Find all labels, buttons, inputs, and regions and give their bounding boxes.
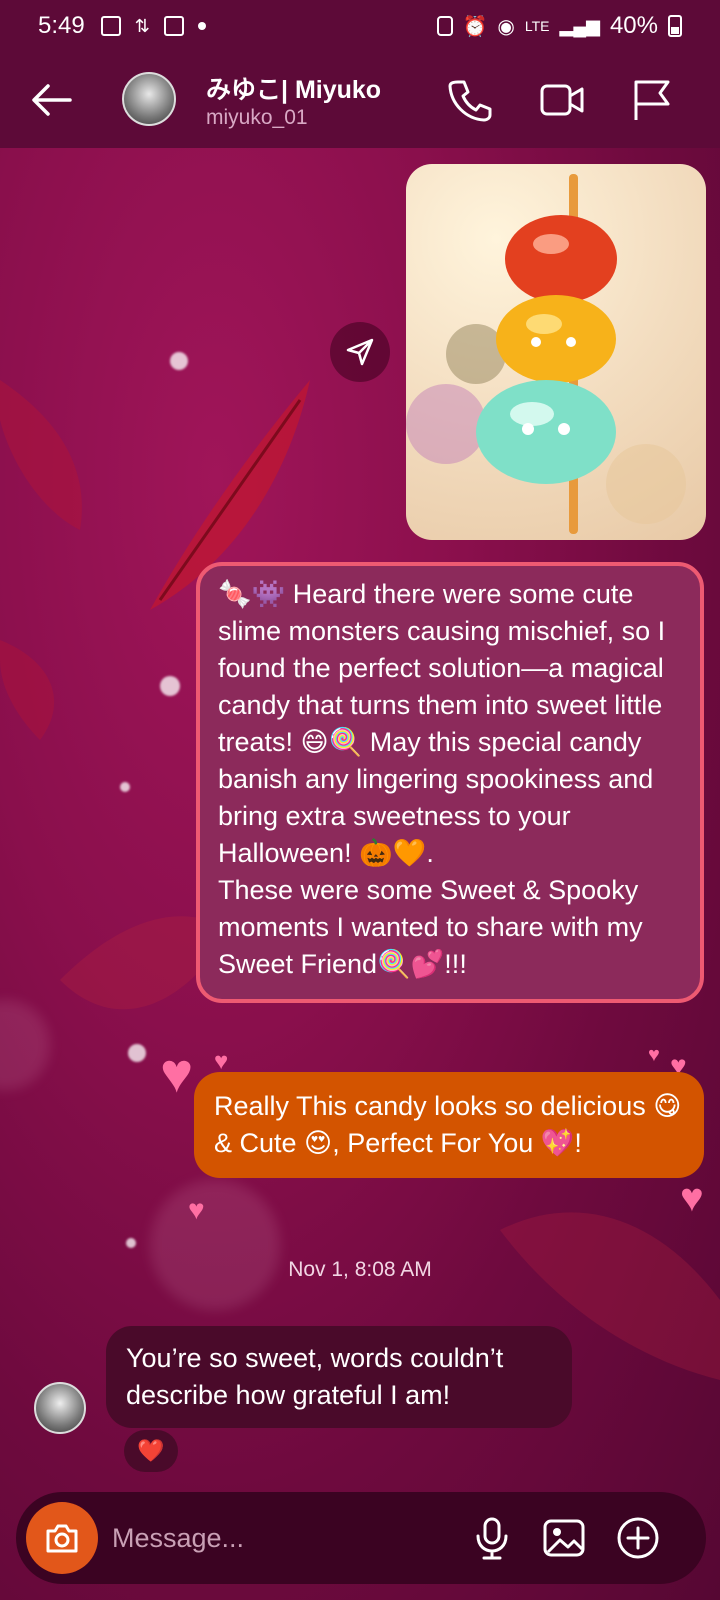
camera-icon [46,1524,78,1553]
status-notification-icons: ⇅ [100,15,206,37]
candy-skewer-image [406,174,686,534]
message-composer [16,1492,706,1584]
share-button[interactable] [330,322,390,382]
flag-icon[interactable] [628,76,676,124]
contact-avatar[interactable] [122,72,176,126]
heart-decoration-icon: ♥ [680,1176,704,1220]
back-arrow-icon[interactable] [30,78,74,122]
received-message-bubble[interactable]: You’re so sweet, words couldn’t describe… [106,1326,572,1428]
heart-decoration-icon: ♥ [648,1044,660,1066]
contact-username[interactable]: miyuko_01 [206,106,308,130]
status-bar: 5:49 ⇅ ⏰ ◉ LTE ▂▄▆ 40% [0,0,720,52]
received-message-text: You’re so sweet, words couldn’t describe… [126,1343,504,1410]
signal-icon: ▂▄▆ [559,15,600,36]
more-notifications-dot-icon [197,22,206,30]
battery-percent: 40% [609,12,658,39]
hotspot-icon: ◉ [497,15,515,38]
message-input[interactable] [112,1514,442,1562]
status-time: 5:49 [38,12,85,39]
gallery-icon[interactable] [540,1514,588,1562]
sent-message-text-line2: These were some Sweet & Spooky moments I… [218,875,643,979]
sent-message-text: Really This candy looks so delicious 😋 &… [214,1091,682,1158]
video-call-icon[interactable] [538,76,586,124]
sent-message-bubble[interactable]: 🍬👾 Heard there were some cute slime mons… [196,562,704,1003]
chat-header: みゆこ| Miyuko miyuko_01 [0,52,720,148]
sent-message-text: 🍬👾 Heard there were some cute slime mons… [218,579,666,868]
app-notification-icon [163,16,184,36]
phone-icon[interactable] [446,76,494,124]
gallery-notification-icon [100,16,121,36]
network-type: LTE [524,18,550,34]
heart-decoration-icon: ♥ [160,1041,194,1104]
status-system-icons: ⏰ ◉ LTE ▂▄▆ 40% [436,12,682,40]
contact-avatar-small[interactable] [34,1382,86,1434]
battery-icon [668,15,682,37]
contact-name[interactable]: みゆこ| Miyuko [206,70,381,106]
message-timestamp: Nov 1, 8:08 AM [288,1258,432,1281]
send-share-icon [346,338,374,366]
heart-reaction[interactable]: ❤️ [124,1430,178,1472]
data-transfer-icon: ⇅ [134,15,150,36]
camera-button[interactable] [26,1502,98,1574]
alarm-icon: ⏰ [462,15,488,38]
heart-decoration-icon: ♥ [188,1194,205,1225]
candy-image-message[interactable] [406,164,706,540]
add-icon[interactable] [614,1514,662,1562]
heart-reaction-icon: ❤️ [137,1438,165,1463]
lock-icon [436,16,453,36]
sent-message-bubble-orange[interactable]: Really This candy looks so delicious 😋 &… [194,1072,704,1178]
microphone-icon[interactable] [468,1514,516,1562]
